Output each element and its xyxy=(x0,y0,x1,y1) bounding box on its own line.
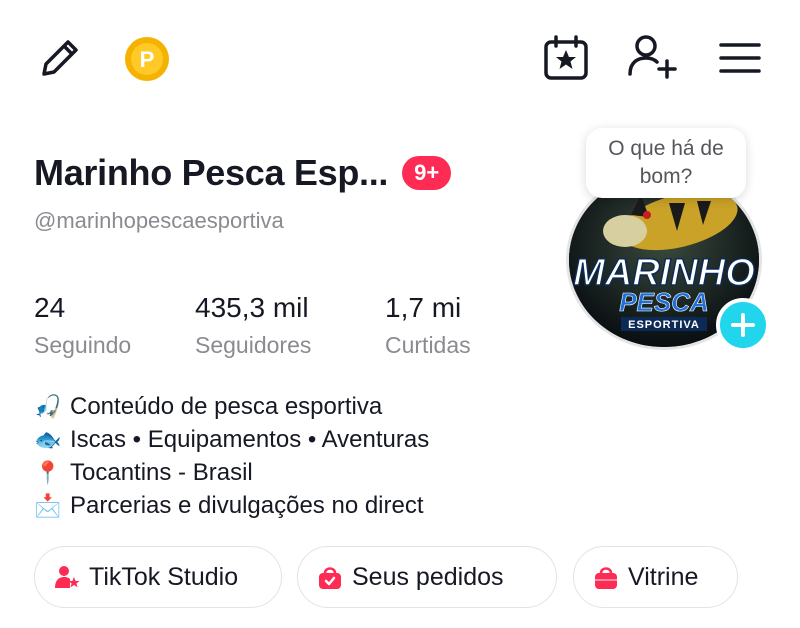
stat-following[interactable]: 24 Seguindo xyxy=(34,292,131,359)
coin-button[interactable]: P xyxy=(122,34,172,84)
bio-line: 📍 Tocantins - Brasil xyxy=(34,456,429,489)
plus-icon xyxy=(731,313,755,337)
calendar-button[interactable] xyxy=(538,30,594,86)
add-user-button[interactable] xyxy=(622,28,682,88)
bio-text: Parcerias e divulgações no direct xyxy=(70,491,424,519)
display-name[interactable]: Marinho Pesca Esp... xyxy=(34,152,388,194)
bio-line: 🎣 Conteúdo de pesca esportiva xyxy=(34,390,429,423)
avatar-line2: PESCA xyxy=(619,287,709,317)
fishing-rod-icon: 🎣 xyxy=(34,393,62,419)
stat-label: Curtidas xyxy=(385,332,471,358)
stat-label: Seguindo xyxy=(34,332,132,358)
status-bubble-text: O que há de bom? xyxy=(608,137,724,188)
avatar-line3: ESPORTIVA xyxy=(628,319,700,331)
shopping-bag-icon xyxy=(592,563,620,591)
calendar-star-icon xyxy=(544,35,588,80)
bio-line: 📩 Parcerias e divulgações no direct xyxy=(34,489,429,522)
bio-line: 🐟 Iscas • Equipamentos • Aventuras xyxy=(34,423,429,456)
tiktok-studio-icon xyxy=(53,563,81,591)
stat-value: 1,7 mi xyxy=(385,292,462,323)
shopping-bag-icon xyxy=(316,563,344,591)
pill-label: TikTok Studio xyxy=(89,562,239,591)
stat-likes[interactable]: 1,7 mi Curtidas xyxy=(385,292,471,359)
action-pills: TikTok Studio Seus pedidos Vitrine xyxy=(0,546,800,608)
pencil-icon xyxy=(42,40,78,76)
stat-followers[interactable]: 435,3 mil Seguidores xyxy=(195,292,311,359)
notification-badge[interactable]: 9+ xyxy=(402,156,452,190)
coin-letter: P xyxy=(140,47,155,72)
bio-text: Conteúdo de pesca esportiva xyxy=(70,392,383,420)
add-user-icon xyxy=(628,35,677,79)
envelope-icon: 📩 xyxy=(34,492,62,518)
tiktok-studio-button[interactable]: TikTok Studio xyxy=(34,546,282,608)
fish-icon: 🐟 xyxy=(34,426,62,452)
top-bar: P xyxy=(0,0,800,110)
bio-text: Tocantins - Brasil xyxy=(70,458,253,486)
edit-profile-button[interactable] xyxy=(32,30,88,86)
add-story-button[interactable] xyxy=(716,298,770,352)
stat-value: 24 xyxy=(34,292,66,323)
menu-icon xyxy=(719,43,761,73)
pill-label: Vitrine xyxy=(628,562,699,591)
stat-value: 435,3 mil xyxy=(195,292,309,323)
pill-label: Seus pedidos xyxy=(352,562,504,591)
status-bubble[interactable]: O que há de bom? xyxy=(586,128,746,198)
vitrine-button[interactable]: Vitrine xyxy=(573,546,738,608)
bio: 🎣 Conteúdo de pesca esportiva 🐟 Iscas • … xyxy=(34,390,429,522)
name-row: Marinho Pesca Esp... 9+ xyxy=(34,152,452,194)
orders-button[interactable]: Seus pedidos xyxy=(297,546,557,608)
coin-icon: P xyxy=(125,37,169,81)
username: @marinhopescaesportiva xyxy=(34,208,284,233)
bio-text: Iscas • Equipamentos • Aventuras xyxy=(70,425,430,453)
stat-label: Seguidores xyxy=(195,332,312,358)
pin-icon: 📍 xyxy=(34,459,62,485)
menu-button[interactable] xyxy=(712,30,768,86)
